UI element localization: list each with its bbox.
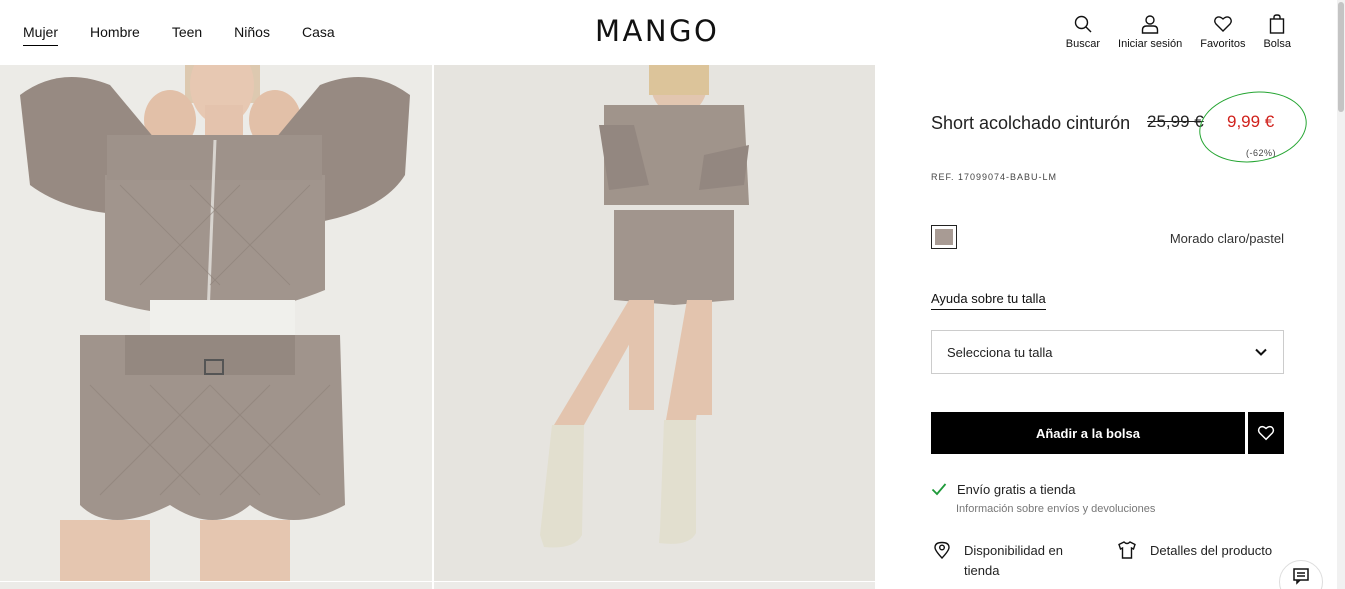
- nav-item-teen[interactable]: Teen: [172, 24, 202, 46]
- size-select-label: Selecciona tu talla: [947, 344, 1053, 360]
- product-image-front[interactable]: [0, 65, 432, 581]
- swatch-fill: [935, 229, 953, 245]
- product-name: Short acolchado cinturón: [931, 113, 1131, 133]
- product-reference: REF. 17099074-BABU-LM: [931, 172, 1058, 182]
- color-name: Morado claro/pastel: [1169, 231, 1284, 246]
- search-button[interactable]: Buscar: [1066, 14, 1100, 50]
- favorites-label: Favoritos: [1200, 38, 1246, 50]
- nav-item-mujer[interactable]: Mujer: [23, 24, 59, 46]
- next-image-strip-left: [0, 582, 432, 589]
- add-to-bag-button[interactable]: Añadir a la bolsa: [931, 412, 1245, 454]
- favorites-button[interactable]: Favoritos: [1200, 14, 1245, 50]
- heart-icon: [1213, 16, 1232, 32]
- chat-button[interactable]: [1279, 560, 1323, 589]
- original-price: 25,99 €: [1147, 112, 1204, 131]
- site-header: Mujer Hombre Teen Niños Casa MANGO Busca…: [0, 0, 1337, 65]
- color-swatch[interactable]: [931, 225, 957, 249]
- size-select[interactable]: Selecciona tu talla: [931, 330, 1284, 374]
- nav-item-hombre[interactable]: Hombre: [90, 24, 140, 46]
- nav-item-casa[interactable]: Casa: [302, 24, 335, 46]
- location-pin-icon: [934, 541, 950, 559]
- header-tools: Buscar Iniciar sesión Favoritos Bolsa: [1048, 14, 1291, 50]
- price-annotation-circle: [1194, 84, 1312, 170]
- bag-icon: [1270, 14, 1285, 34]
- model-closeup-illustration: [0, 65, 432, 581]
- bag-label: Bolsa: [1263, 38, 1291, 50]
- user-icon: [1141, 15, 1159, 34]
- page-scrollbar[interactable]: [1337, 0, 1345, 589]
- login-label: Iniciar sesión: [1118, 38, 1183, 50]
- heart-icon: [1257, 425, 1275, 441]
- add-to-favorites-button[interactable]: [1248, 412, 1284, 454]
- store-availability-button[interactable]: Disponibilidad en tienda: [933, 541, 1084, 581]
- search-label: Buscar: [1065, 38, 1101, 50]
- shipping-info-link[interactable]: Información sobre envíos y devoluciones: [956, 503, 1155, 515]
- login-button[interactable]: Iniciar sesión: [1118, 14, 1182, 50]
- next-image-strip-right: [434, 582, 875, 589]
- chevron-down-icon: [1255, 348, 1267, 356]
- product-details-label: Detalles del producto: [1150, 543, 1273, 558]
- product-details-button[interactable]: Detalles del producto: [1117, 541, 1272, 561]
- free-shipping-notice: Envío gratis a tienda: [931, 481, 1076, 497]
- search-icon: [1074, 15, 1092, 33]
- bag-button[interactable]: Bolsa: [1263, 14, 1291, 50]
- tshirt-icon: [1118, 541, 1136, 559]
- mango-logo[interactable]: MANGO: [595, 14, 719, 48]
- model-full-illustration: [434, 65, 875, 581]
- scrollbar-thumb[interactable]: [1338, 2, 1344, 112]
- chat-icon: [1293, 568, 1309, 585]
- product-image-full-body[interactable]: [434, 65, 875, 581]
- main-nav: Mujer Hombre Teen Niños Casa: [23, 24, 367, 46]
- free-shipping-label: Envío gratis a tienda: [957, 481, 1076, 497]
- nav-item-ninos[interactable]: Niños: [234, 24, 270, 46]
- size-help-link[interactable]: Ayuda sobre tu talla: [931, 291, 1046, 310]
- checkmark-icon: [931, 483, 947, 496]
- store-availability-label: Disponibilidad en tienda: [964, 543, 1064, 578]
